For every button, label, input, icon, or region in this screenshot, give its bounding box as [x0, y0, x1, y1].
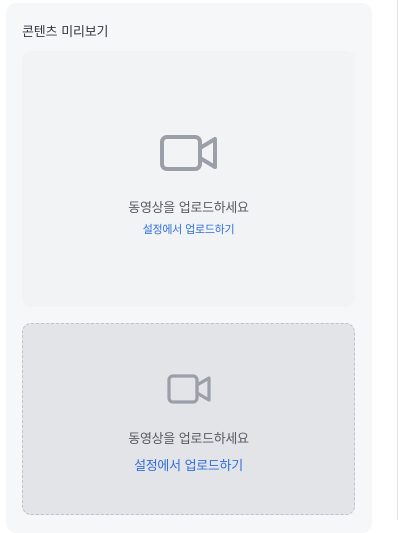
panel-title: 콘텐츠 미리보기 — [22, 25, 109, 40]
right-divider — [397, 0, 398, 520]
upload-in-settings-link[interactable]: 설정에서 업로드하기 — [23, 455, 354, 474]
upload-prompt: 동영상을 업로드하세요 — [128, 432, 249, 447]
video-camera-icon — [159, 135, 218, 171]
video-preview-card: 동영상을 업로드하세요 설정에서 업로드하기 — [22, 51, 355, 307]
upload-in-settings-link[interactable]: 설정에서 업로드하기 — [22, 221, 355, 237]
video-camera-icon — [166, 374, 211, 404]
content-preview-panel: 콘텐츠 미리보기 동영상을 업로드하세요 설정에서 업로드하기 동영상을 업로드… — [6, 3, 372, 533]
video-dropzone[interactable]: 동영상을 업로드하세요 설정에서 업로드하기 — [22, 323, 355, 515]
upload-prompt: 동영상을 업로드하세요 — [128, 201, 249, 216]
